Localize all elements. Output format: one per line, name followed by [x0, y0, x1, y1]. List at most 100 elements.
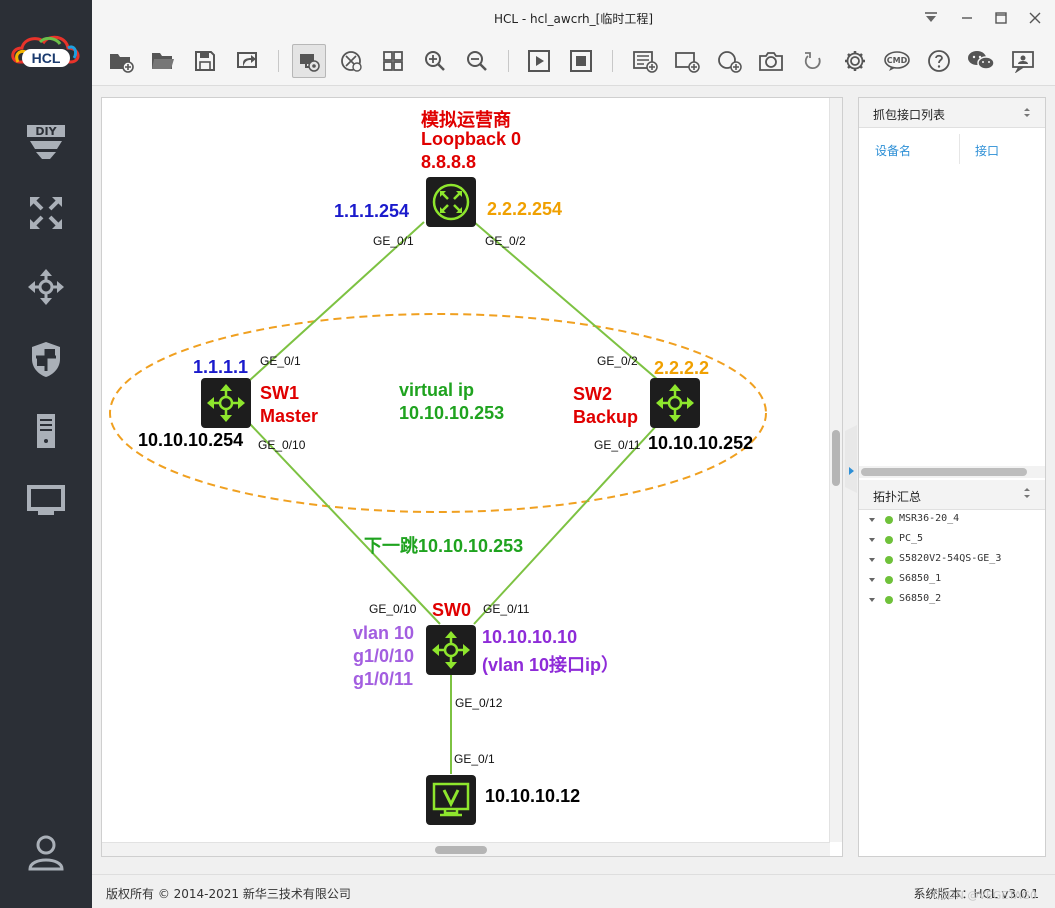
monitor-icon[interactable] [18, 476, 74, 526]
status-bar: 版权所有 © 2014-2021 新华三技术有限公司 系统版本：HCL v3.0… [92, 874, 1055, 908]
router-icon[interactable] [18, 188, 74, 238]
sw1-port-up: GE_0/1 [260, 354, 301, 368]
add-ellipse-icon[interactable] [712, 44, 746, 78]
copyright-text: 版权所有 © 2014-2021 新华三技术有限公司 [106, 887, 351, 901]
column-device-name[interactable]: 设备名 [875, 142, 911, 159]
sw0-ip-note: (vlan 10接口ip） [482, 655, 620, 675]
topology-item[interactable]: PC_5 [867, 530, 1043, 550]
sw1-port-down: GE_0/10 [258, 438, 306, 452]
canvas-vertical-scroll-thumb[interactable] [832, 430, 840, 486]
capture-panel-title: 抓包接口列表 [873, 108, 946, 122]
switch-icon [432, 631, 470, 669]
sw1-role: Master [260, 406, 319, 426]
pc-device[interactable] [426, 775, 476, 825]
chevron-down-icon[interactable] [867, 515, 877, 525]
status-dot [885, 576, 893, 584]
wechat-icon[interactable] [964, 44, 998, 78]
gear-icon[interactable] [838, 44, 872, 78]
topology-item[interactable]: S6850_1 [867, 570, 1043, 590]
show-interface-icon[interactable] [292, 44, 326, 78]
hcl-logo: HCL [10, 32, 82, 76]
start-all-icon[interactable] [522, 44, 556, 78]
link-sw1-sw0 [249, 423, 441, 625]
window-title: HCL - hcl_awcrh_[临时工程] [493, 12, 654, 26]
save-icon[interactable] [188, 44, 222, 78]
zoom-in-icon[interactable] [418, 44, 452, 78]
collapse-down-icon[interactable] [1021, 488, 1033, 500]
isp-loopback-ip: 8.8.8.8 [421, 152, 477, 172]
topology-item-name: S6850_2 [899, 593, 942, 604]
topology-item[interactable]: MSR36-20_4 [867, 510, 1043, 530]
sw0-device[interactable] [426, 625, 476, 675]
user-icon[interactable] [18, 826, 74, 876]
sw2-role: Backup [573, 407, 639, 427]
stop-all-icon[interactable] [564, 44, 598, 78]
topology-item[interactable]: S5820V2-54QS-GE_3 [867, 550, 1043, 570]
chevron-down-icon[interactable] [867, 555, 877, 565]
sw1-ip-top: 1.1.1.1 [193, 357, 249, 377]
vip-ip: 10.10.10.253 [399, 403, 505, 423]
chevron-down-icon[interactable] [867, 535, 877, 545]
link-sw2-sw0 [473, 423, 659, 625]
menu-dropdown-icon[interactable] [916, 6, 946, 30]
topology-item-name: PC_5 [899, 533, 924, 544]
canvas-vertical-scrollbar[interactable] [829, 98, 842, 842]
capture-list-scrollbar[interactable] [859, 466, 1045, 478]
column-interface[interactable]: 接口 [975, 142, 999, 159]
sw0-vlan-port1: g1/0/10 [353, 646, 415, 666]
logo-text: HCL [32, 50, 61, 66]
feedback-icon[interactable] [1006, 44, 1040, 78]
topology-summary-header[interactable]: 拓扑汇总 [859, 480, 1045, 510]
status-dot [885, 556, 893, 564]
sw0-vlan: vlan 10 [353, 623, 415, 643]
topology-canvas-frame: 模拟运营商 Loopback 0 8.8.8.8 1.1.1.254 2.2.2… [101, 97, 843, 857]
isp-port-left: GE_0/1 [373, 234, 414, 248]
add-rect-icon[interactable] [670, 44, 704, 78]
chevron-down-icon[interactable] [867, 595, 877, 605]
topology-view-icon[interactable] [334, 44, 368, 78]
topology-item[interactable]: S6850_2 [867, 590, 1043, 610]
topology-canvas[interactable]: 模拟运营商 Loopback 0 8.8.8.8 1.1.1.254 2.2.2… [102, 98, 830, 842]
undo-icon[interactable] [796, 44, 830, 78]
toolbar: CMD [92, 36, 1055, 86]
sw0-port-right: GE_0/11 [483, 602, 530, 616]
export-icon[interactable] [230, 44, 264, 78]
sw0-vlan-port2: g1/0/11 [353, 669, 414, 689]
camera-icon[interactable] [754, 44, 788, 78]
chevron-down-icon[interactable] [867, 575, 877, 585]
close-icon[interactable] [1020, 6, 1050, 30]
capture-list-scroll-thumb[interactable] [861, 468, 1027, 476]
topology-item-name: MSR36-20_4 [899, 513, 960, 524]
status-dot [885, 596, 893, 604]
shield-icon[interactable] [18, 334, 74, 384]
maximize-icon[interactable] [986, 6, 1016, 30]
sw1-device[interactable] [201, 378, 251, 428]
isp-port-right: GE_0/2 [485, 234, 526, 248]
open-project-icon[interactable] [146, 44, 180, 78]
next-hop-label: 下一跳10.10.10.253 [364, 536, 524, 556]
panel-splitter-handle[interactable] [845, 425, 857, 493]
cmd-icon[interactable]: CMD [880, 44, 914, 78]
vip-label: virtual ip [399, 380, 475, 400]
zoom-out-icon[interactable] [460, 44, 494, 78]
isp-router-device[interactable] [426, 177, 476, 227]
collapse-up-icon[interactable] [1021, 106, 1033, 118]
minimize-icon[interactable] [952, 6, 982, 30]
help-icon[interactable] [922, 44, 956, 78]
add-note-icon[interactable] [628, 44, 662, 78]
sw0-port-down: GE_0/12 [455, 696, 503, 710]
sw2-device[interactable] [650, 378, 700, 428]
canvas-horizontal-scroll-thumb[interactable] [435, 846, 487, 854]
title-bar: HCL - hcl_awcrh_[临时工程] [92, 0, 1055, 36]
sw0-ip: 10.10.10.10 [482, 627, 578, 647]
diy-icon[interactable]: DIY [18, 118, 74, 168]
switch-icon[interactable] [18, 262, 74, 312]
app-window: HCL DIY HCL - hcl_awcrh_[临时工程] CMD 模拟运营商… [0, 0, 1055, 908]
capture-panel-header[interactable]: 抓包接口列表 [859, 98, 1045, 128]
grid-view-icon[interactable] [376, 44, 410, 78]
new-project-icon[interactable] [104, 44, 138, 78]
canvas-horizontal-scrollbar[interactable] [102, 842, 830, 856]
isp-right-ip: 2.2.2.254 [487, 199, 563, 219]
server-icon[interactable] [18, 406, 74, 456]
isp-loopback: Loopback 0 [421, 129, 522, 149]
